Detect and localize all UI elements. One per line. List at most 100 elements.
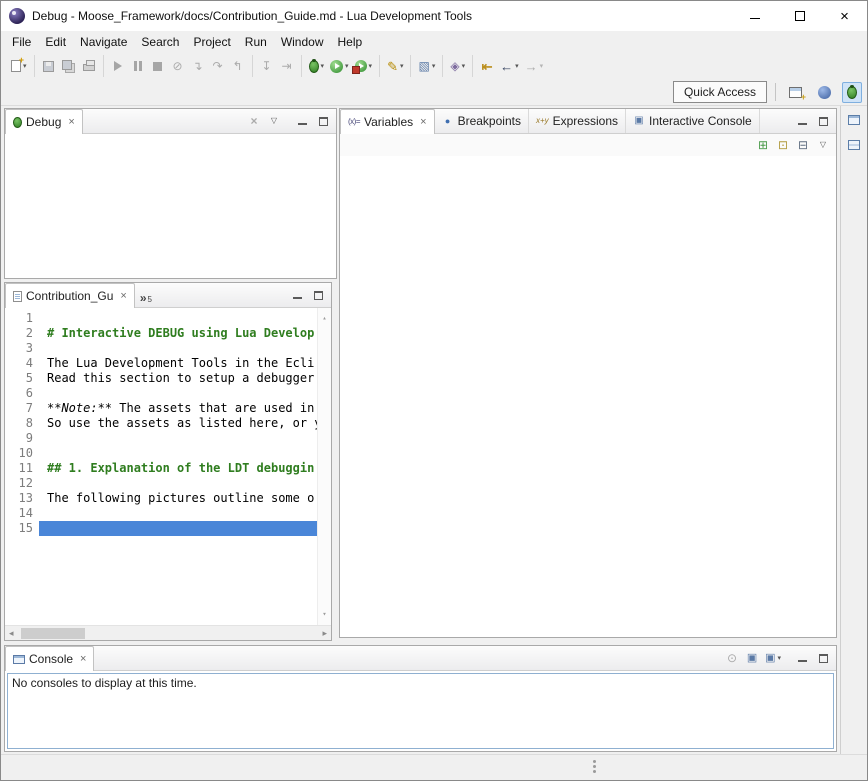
workbench-area: Debug × ×▽ Contribution_Gu × — [1, 105, 867, 754]
maximize-view-button[interactable] — [816, 651, 830, 665]
drop-to-frame-button[interactable]: ↧ — [258, 55, 276, 77]
menu-edit[interactable]: Edit — [38, 32, 73, 52]
code-text: The assets that are used in — [112, 401, 314, 415]
editor-vertical-scrollbar[interactable]: ▴ ▾ — [317, 308, 331, 625]
minimize-window-button[interactable] — [732, 1, 777, 31]
quick-access-button[interactable]: Quick Access — [673, 81, 767, 103]
annotations-dropdown-arrow[interactable]: ▾ — [462, 62, 466, 70]
debug-perspective-button[interactable] — [842, 82, 862, 103]
scrollbar-thumb[interactable] — [21, 628, 85, 639]
suspend-button[interactable] — [129, 55, 147, 77]
display-selected-console-button[interactable]: ▣ — [743, 647, 761, 669]
resize-gripper[interactable] — [593, 760, 596, 763]
close-tab-icon[interactable]: × — [120, 290, 126, 302]
tab-variables[interactable]: (x)=Variables× — [340, 109, 435, 134]
new-button[interactable]: ▾ — [9, 55, 29, 77]
tab-console[interactable]: Console × — [5, 646, 94, 671]
code-line: **Note:** The assets that are used in — [39, 401, 317, 416]
close-window-button[interactable]: × — [822, 1, 867, 31]
back-button[interactable]: ←▾ — [498, 55, 521, 77]
show-type-names-button[interactable]: ⊞ — [754, 134, 772, 156]
code-text: **Note:** — [47, 401, 112, 415]
tab-contribution-guide[interactable]: Contribution_Gu × — [5, 283, 135, 308]
tab-breakpoints[interactable]: ●Breakpoints — [435, 109, 529, 133]
menu-run[interactable]: Run — [238, 32, 274, 52]
scroll-right-icon[interactable]: ▸ — [322, 628, 327, 639]
step-into-button[interactable]: ↴ — [189, 55, 207, 77]
close-tab-icon[interactable]: × — [420, 116, 426, 128]
step-over-button[interactable]: ↷ — [209, 55, 227, 77]
print-icon — [83, 64, 95, 71]
show-logical-structures-button[interactable]: ⊡ — [774, 134, 792, 156]
remove-all-terminated-button[interactable]: × — [245, 110, 263, 132]
close-tab-icon[interactable]: × — [68, 116, 74, 128]
minimized-views-button[interactable] — [843, 134, 865, 156]
use-step-filters-button[interactable]: ⇥ — [278, 55, 296, 77]
maximize-view-button[interactable] — [311, 288, 325, 302]
resume-button[interactable] — [109, 55, 127, 77]
code-area[interactable]: # Interactive DEBUG using Lua DevelopThe… — [39, 308, 317, 625]
maximize-window-button[interactable] — [777, 1, 822, 31]
external-tools-button[interactable]: ▾ — [353, 55, 375, 77]
external-tools-dropdown-arrow[interactable]: ▾ — [369, 62, 373, 70]
menu-help[interactable]: Help — [331, 32, 370, 52]
disconnect-icon: ⊘ — [172, 60, 182, 72]
editor-horizontal-scrollbar[interactable]: ◂ ▸ — [5, 625, 331, 640]
menu-window[interactable]: Window — [274, 32, 331, 52]
tab-expressions[interactable]: x+yExpressions — [529, 109, 626, 133]
show-logical-structures-icon: ⊡ — [778, 139, 788, 151]
maximize-icon — [819, 117, 828, 126]
minimize-view-button[interactable] — [290, 288, 304, 302]
collapse-all-button[interactable]: ⊟ — [794, 134, 812, 156]
close-tab-icon[interactable]: × — [80, 653, 86, 665]
debug-dropdown-arrow[interactable]: ▾ — [321, 62, 325, 70]
back-dropdown-arrow[interactable]: ▾ — [515, 62, 519, 70]
scroll-left-icon[interactable]: ◂ — [9, 628, 14, 639]
open-console-dropdown-arrow[interactable]: ▾ — [777, 654, 781, 662]
save-button[interactable] — [40, 55, 58, 77]
menu-navigate[interactable]: Navigate — [73, 32, 134, 52]
debug-button[interactable]: ▾ — [307, 55, 327, 77]
tab-debug[interactable]: Debug × — [5, 109, 83, 134]
ldt-perspective-button[interactable] — [813, 82, 836, 103]
line-number: 13 — [5, 491, 39, 506]
tab-interactive-console[interactable]: ▣Interactive Console — [626, 109, 760, 133]
maximize-view-button[interactable] — [816, 114, 830, 128]
maximize-icon — [795, 11, 805, 21]
open-perspective-icon — [789, 87, 802, 98]
annotations-button[interactable]: ◈▾ — [448, 55, 467, 77]
open-task-button[interactable]: ✎▾ — [385, 55, 405, 77]
new-wizard-button[interactable]: ▧▾ — [416, 55, 437, 77]
run-button[interactable]: ▾ — [328, 55, 351, 77]
forward-dropdown-arrow[interactable]: ▾ — [540, 62, 544, 70]
minimize-view-button[interactable] — [795, 114, 809, 128]
forward-button[interactable]: →▾ — [523, 55, 546, 77]
print-button[interactable] — [80, 55, 98, 77]
open-task-dropdown-arrow[interactable]: ▾ — [400, 62, 404, 70]
scroll-down-icon[interactable]: ▾ — [322, 607, 326, 622]
maximize-view-button[interactable] — [316, 114, 330, 128]
menu-project[interactable]: Project — [186, 32, 237, 52]
scroll-up-icon[interactable]: ▴ — [322, 311, 326, 326]
open-console-button[interactable]: ▣▾ — [763, 647, 783, 669]
terminate-button[interactable] — [149, 55, 167, 77]
disconnect-button[interactable]: ⊘ — [169, 55, 187, 77]
code-line — [39, 431, 317, 446]
tab-label: Contribution_Gu — [26, 289, 113, 303]
save-all-button[interactable] — [60, 55, 78, 77]
minimize-view-button[interactable] — [795, 651, 809, 665]
run-dropdown-arrow[interactable]: ▾ — [345, 62, 349, 70]
new-wizard-dropdown-arrow[interactable]: ▾ — [432, 62, 436, 70]
last-edit-location-button[interactable]: ⇤ — [478, 55, 496, 77]
minimize-view-button[interactable] — [295, 114, 309, 128]
variables-view-menu-button[interactable]: ▽ — [814, 134, 832, 156]
menu-file[interactable]: File — [5, 32, 38, 52]
restore-views-button[interactable] — [843, 109, 865, 131]
menu-search[interactable]: Search — [134, 32, 186, 52]
hidden-editors-button[interactable]: » 5 — [135, 283, 157, 307]
open-perspective-button[interactable] — [784, 83, 807, 102]
debug-view-menu-button[interactable]: ▽ — [265, 110, 283, 132]
step-return-button[interactable]: ↰ — [229, 55, 247, 77]
pin-console-button[interactable]: ⊙ — [723, 647, 741, 669]
toolbar-group: ⊘ ↴↷↰ — [103, 55, 252, 77]
